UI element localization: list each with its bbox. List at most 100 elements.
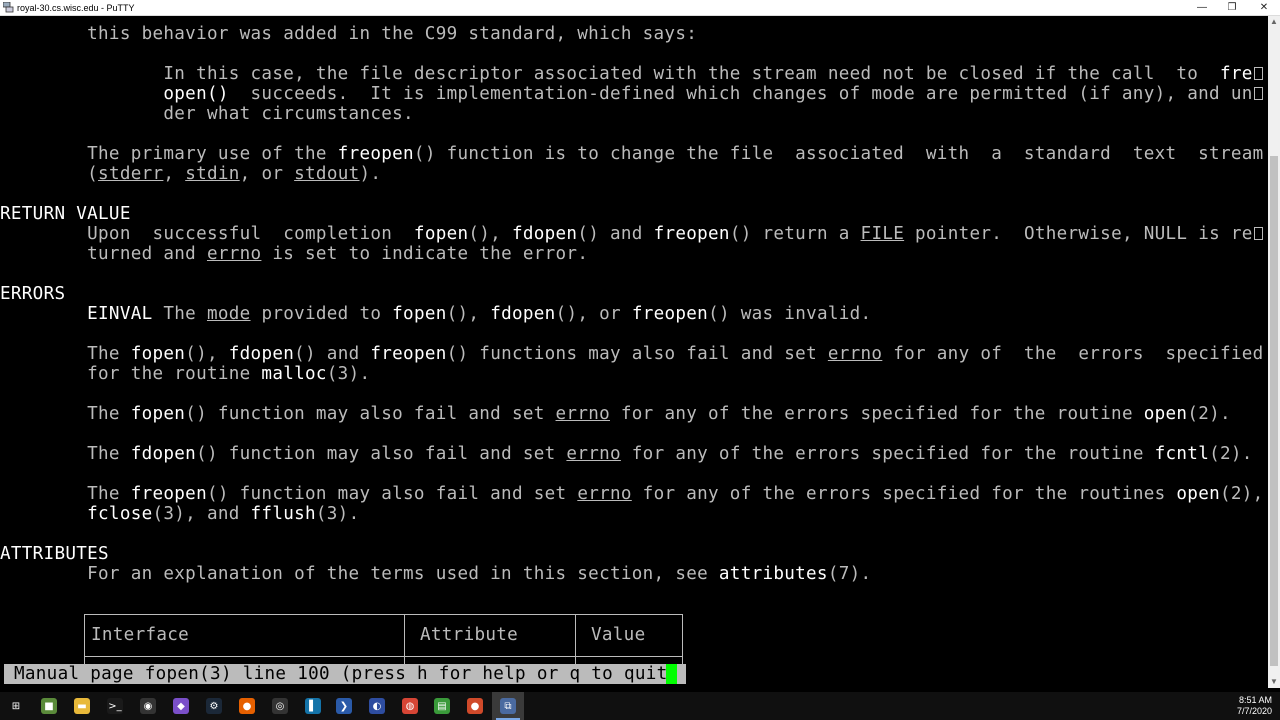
bold-text: fdopen	[490, 304, 556, 324]
scroll-up-arrow-icon[interactable]: ▲	[1268, 16, 1280, 28]
taskbar-app-oval[interactable]: ◉	[132, 692, 164, 720]
minecraft-icon: ■	[41, 698, 57, 714]
underlined-text: mode	[206, 304, 251, 324]
taskbar-firefox[interactable]: ●	[231, 692, 263, 720]
terminal-line: RETURN VALUE	[0, 204, 131, 224]
taskbar-bluetooth-app[interactable]: ◐	[361, 692, 393, 720]
text-span: this behavior was added in the C99 stand…	[87, 24, 698, 44]
taskbar-notepad[interactable]: ▤	[426, 692, 458, 720]
bold-text: ERRORS	[0, 284, 66, 304]
bold-text: fdopen	[130, 444, 197, 464]
text-span: () return a	[729, 224, 861, 244]
bluetooth-app-icon: ◐	[369, 698, 385, 714]
system-clock[interactable]: 8:51 AM 7/7/2020	[1237, 695, 1272, 717]
text-span: (),	[185, 344, 229, 364]
terminal-cursor	[666, 664, 677, 684]
terminal-line: The primary use of the freopen() functio…	[0, 144, 1264, 164]
maximize-button[interactable]: ❐	[1216, 0, 1248, 15]
taskbar-minecraft[interactable]: ■	[33, 692, 65, 720]
bold-text: attributes	[718, 564, 828, 584]
scroll-down-arrow-icon[interactable]: ▼	[1268, 676, 1280, 688]
text-span: for any of the errors specified for the …	[631, 484, 1177, 504]
text-span: provided to	[250, 304, 393, 324]
bold-text: fopen	[130, 404, 186, 424]
chrome-icon: ◍	[402, 698, 418, 714]
clock-time: 8:51 AM	[1238, 695, 1272, 705]
taskbar-visual-studio[interactable]: ◆	[165, 692, 197, 720]
bold-text: freopen	[653, 224, 730, 244]
taskbar-github[interactable]: ◎	[264, 692, 296, 720]
text-span: () function may also fail and set	[196, 444, 567, 464]
text-span: () function may also fail and set	[206, 484, 578, 504]
windows-logo-icon: ⊞	[8, 698, 24, 714]
wrap-glyph-icon	[1253, 67, 1263, 80]
text-span: der what circumstances.	[163, 104, 414, 124]
text-span: is set to indicate the error.	[261, 244, 589, 264]
text-span: (3), and	[152, 504, 251, 524]
text-span: The	[87, 404, 131, 424]
text-span: () and	[294, 344, 371, 364]
bold-text: open	[1176, 484, 1220, 504]
terminal-line: (stderr, stdin, or stdout).	[0, 164, 381, 184]
taskbar-book-app[interactable]: ▌	[297, 692, 329, 720]
terminal-screen[interactable]: this behavior was added in the C99 stand…	[0, 16, 1268, 688]
putty-icon: ⧉	[500, 698, 516, 714]
minimize-button[interactable]: —	[1186, 0, 1218, 15]
taskbar-chrome[interactable]: ◍	[394, 692, 426, 720]
underlined-text: stderr	[98, 164, 164, 184]
text-span: ,	[163, 164, 186, 184]
scroll-thumb[interactable]	[1270, 156, 1278, 666]
text-span: for any of the errors specified for the …	[610, 404, 1144, 424]
vertical-scrollbar[interactable]: ▲ ▼	[1268, 16, 1280, 688]
notepad-icon: ▤	[434, 698, 450, 714]
underlined-text: errno	[566, 444, 621, 464]
steam-icon: ⚙	[206, 698, 222, 714]
text-span: pointer. Otherwise, NULL is re	[904, 224, 1253, 244]
text-span: (),	[446, 304, 491, 324]
terminal-line: turned and errno is set to indicate the …	[0, 244, 588, 264]
table-header-value: Value	[591, 625, 646, 645]
taskbar-terminal[interactable]: >_	[99, 692, 131, 720]
visual-studio-icon: ◆	[173, 698, 189, 714]
terminal-line: fclose(3), and fflush(3).	[0, 504, 359, 524]
bold-text: freopen	[370, 344, 447, 364]
window-title: royal-30.cs.wisc.edu - PuTTY	[17, 3, 135, 13]
text-span: The	[87, 484, 131, 504]
close-button[interactable]: ✕	[1248, 0, 1280, 15]
text-span: (	[87, 164, 99, 184]
firefox-icon: ●	[239, 698, 255, 714]
wrap-glyph-icon	[1253, 87, 1263, 100]
bold-text: fclose	[87, 504, 153, 524]
taskbar-putty[interactable]: ⧉	[492, 692, 524, 720]
text-span: , or	[239, 164, 295, 184]
underlined-text: errno	[577, 484, 632, 504]
text-span: ).	[359, 164, 382, 184]
bold-text: fcntl	[1154, 444, 1210, 464]
putty-icon	[3, 2, 14, 13]
taskbar-powershell[interactable]: ❯	[328, 692, 360, 720]
underlined-text: errno	[555, 404, 610, 424]
bold-text: malloc	[261, 364, 327, 384]
text-span: The	[87, 344, 131, 364]
terminal-line: The fdopen() function may also fail and …	[0, 444, 1253, 464]
bold-text: fdopen	[228, 344, 295, 364]
text-span: (3).	[315, 504, 360, 524]
underlined-text: errno	[827, 344, 883, 364]
title-bar: royal-30.cs.wisc.edu - PuTTY — ❐ ✕	[0, 0, 1280, 16]
start-button[interactable]: ⊞	[0, 692, 32, 720]
terminal-line: EINVAL The mode provided to fopen(), fdo…	[0, 304, 871, 324]
underlined-text: stdin	[185, 164, 240, 184]
taskbar-powerpoint[interactable]: ●	[459, 692, 491, 720]
text-span: (2).	[1209, 444, 1253, 464]
taskbar-steam[interactable]: ⚙	[198, 692, 230, 720]
text-span: for any of the errors specified for the …	[620, 444, 1155, 464]
text-span: In this case, the file descriptor associ…	[163, 64, 1220, 84]
bold-text: open()	[163, 84, 229, 104]
text-span: () and	[577, 224, 654, 244]
bold-text: freopen	[337, 144, 414, 164]
clock-date: 7/7/2020	[1236, 706, 1272, 716]
taskbar-file-explorer[interactable]: ▬	[66, 692, 98, 720]
bold-text: fflush	[250, 504, 316, 524]
underlined-text: FILE	[860, 224, 905, 244]
text-span: The primary use of the	[87, 144, 338, 164]
